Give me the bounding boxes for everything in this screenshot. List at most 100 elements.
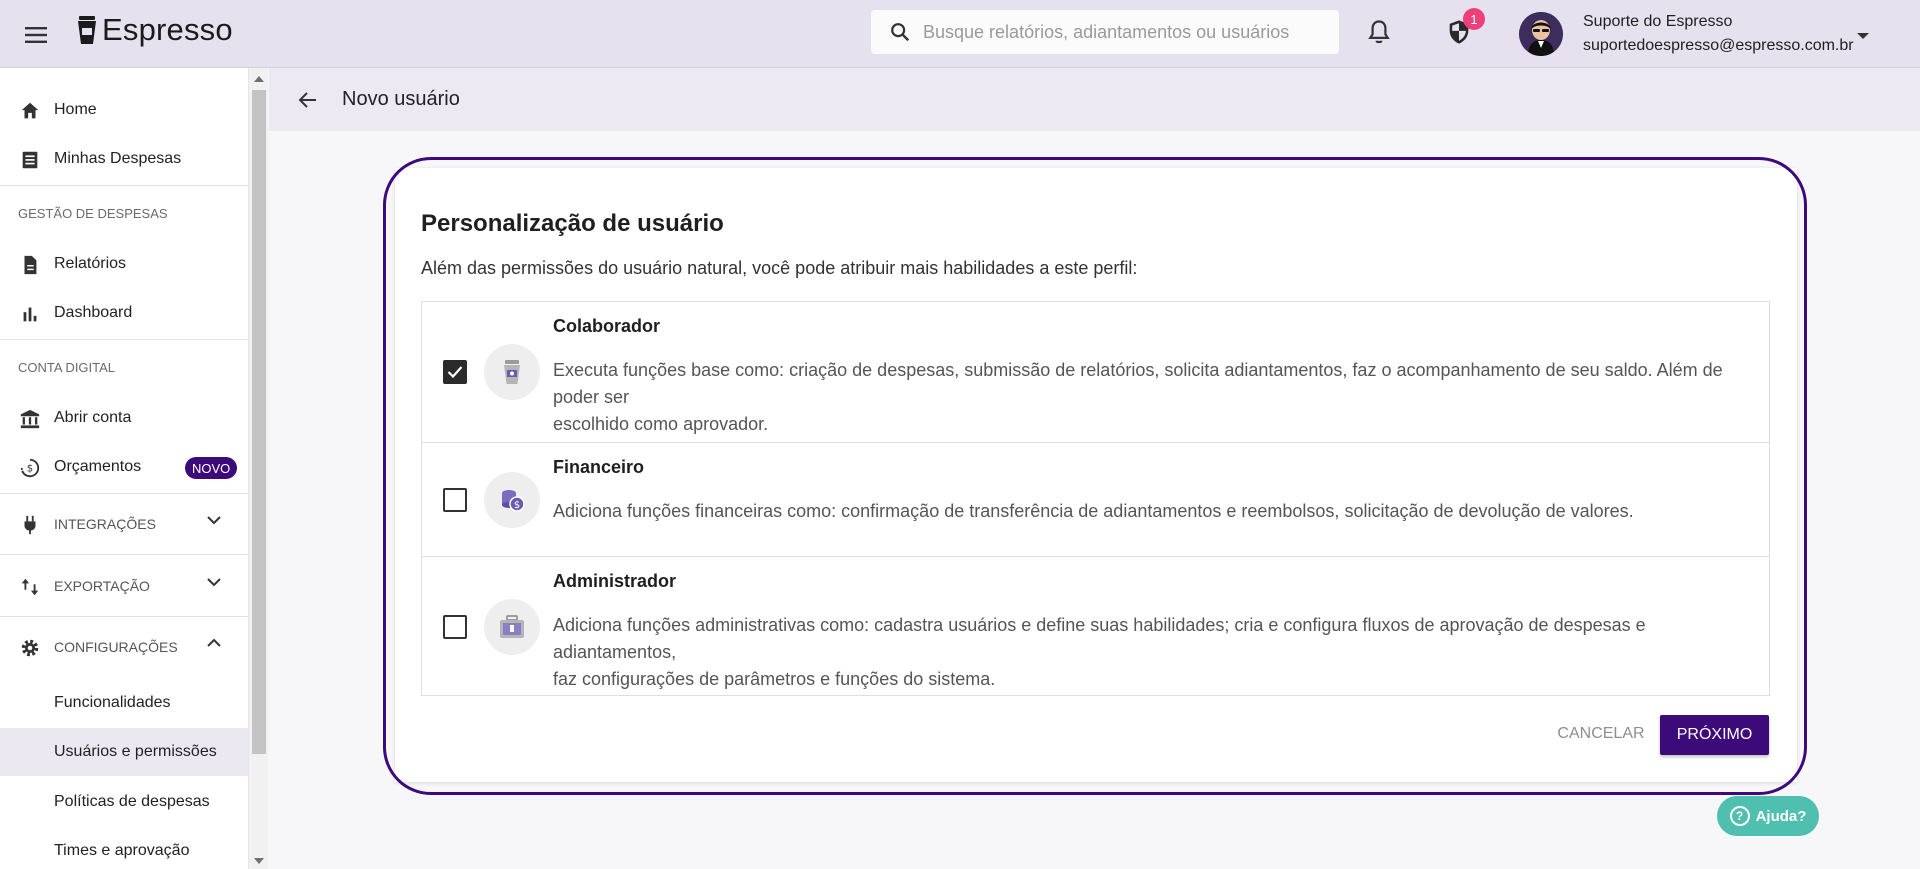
section-title-conta: CONTA DIGITAL [18,360,116,375]
page-title: Novo usuário [342,88,460,110]
role-options-list: Colaborador Executa funções base como: c… [421,301,1770,696]
sidebar-item-minhas-despesas[interactable]: Minhas Despesas [0,135,248,183]
global-search[interactable] [871,10,1339,54]
role-title: Administrador [553,571,677,591]
sidebar-item-configuracoes[interactable]: CONFIGURAÇÕES [0,623,248,671]
role-option-financeiro: $ Financeiro Adiciona funções financeira… [422,442,1769,556]
card-title: Personalização de usuário [421,210,724,237]
role-option-colaborador: Colaborador Executa funções base como: c… [422,302,1769,442]
user-menu-dropdown-button[interactable] [1856,27,1870,45]
sidebar-item-label: INTEGRAÇÕES [54,516,156,532]
sidebar-item-label: Dashboard [54,304,133,321]
sidebar-item-label: EXPORTAÇÃO [54,578,150,594]
bank-icon [20,409,40,429]
sidebar-divider [0,616,248,617]
sidebar-item-label: Políticas de despesas [54,793,210,810]
bell-icon [1368,20,1390,44]
sidebar-item-label: Relatórios [54,255,127,272]
sidebar-subitem-politicas-despesas[interactable]: Políticas de despesas [0,778,248,826]
gear-icon [21,639,39,657]
sidebar-item-label: Abrir conta [54,409,132,426]
sidebar-item-exportacao[interactable]: EXPORTAÇÃO [0,562,248,610]
home-icon [21,102,39,119]
next-button[interactable]: PRÓXIMO [1660,715,1769,755]
administrador-checkbox[interactable] [443,615,467,639]
sidebar-scrollbar[interactable] [248,68,268,869]
sidebar-item-label: CONFIGURAÇÕES [54,639,178,655]
notification-count-badge: 1 [1463,8,1485,30]
sidebar-divider [0,185,248,186]
sidebar-item-label: Home [54,101,97,118]
bar-chart-icon [23,307,37,322]
sidebar-subitem-funcionalidades[interactable]: Funcionalidades [0,679,248,727]
budget-icon: $ [20,458,40,478]
menu-button[interactable] [20,19,52,51]
role-title: Colaborador [553,316,661,336]
user-menu[interactable]: Suporte do Espresso suportedoespresso@es… [1519,10,1854,58]
caret-down-icon [1857,33,1869,39]
notifications-button[interactable] [1365,18,1395,48]
coffee-cup-icon [78,16,96,44]
role-description-line: Adiciona funções administrativas como: c… [553,615,1646,662]
briefcase-icon [484,599,540,655]
chevron-down-icon [207,578,221,587]
hamburger-icon [25,27,47,43]
sidebar-item-label: Minhas Despesas [54,150,182,167]
scroll-up-arrow[interactable] [254,76,264,82]
colaborador-checkbox[interactable] [443,360,467,384]
sidebar-item-integracoes[interactable]: INTEGRAÇÕES [0,500,248,548]
scroll-thumb[interactable] [252,90,266,754]
role-description-line: Executa funções base como: criação de de… [553,360,1723,407]
avatar [1519,12,1563,56]
new-badge: NOVO [185,457,238,479]
chevron-down-icon [207,516,221,525]
page-header [269,68,1920,131]
sidebar-item-abrir-conta[interactable]: Abrir conta [0,394,248,442]
sidebar-item-home[interactable]: Home [0,86,248,134]
plug-icon [24,515,36,535]
role-description-line: faz configurações de parâmetros e funçõe… [553,669,996,689]
sidebar: Home Minhas Despesas GESTÃO DE DESPESAS … [0,68,248,869]
role-description: Adiciona funções administrativas como: c… [553,612,1748,693]
question-icon: ? [1729,806,1750,826]
back-button[interactable] [296,88,320,117]
document-icon [24,255,37,275]
sidebar-item-label: Funcionalidades [54,694,171,711]
user-name: Suporte do Espresso [1583,13,1733,30]
sidebar-item-orcamentos[interactable]: $ Orçamentos NOVO [0,443,248,491]
sidebar-item-label: Times e aprovação [54,842,190,859]
role-description: Adiciona funções financeiras como: confi… [553,498,1748,525]
section-title-gestao: GESTÃO DE DESPESAS [18,206,168,221]
sidebar-subitem-times-aprovacao[interactable]: Times e aprovação [0,827,248,869]
coffee-cup-icon [484,344,540,400]
list-icon [22,151,38,169]
svg-text:$: $ [27,464,33,475]
help-button[interactable]: ? Ajuda? [1717,796,1819,836]
chevron-up-icon [207,638,221,647]
scroll-down-arrow[interactable] [254,858,264,864]
sidebar-item-relatorios[interactable]: Relatórios [0,240,248,288]
search-input[interactable] [923,21,1323,43]
role-description: Executa funções base como: criação de de… [553,357,1748,438]
sort-arrows-icon [21,578,39,596]
cancel-button[interactable]: CANCELAR [1540,714,1662,754]
sidebar-divider [0,554,248,555]
sidebar-divider [0,339,248,340]
role-title: Financeiro [553,457,645,477]
help-label: Ajuda? [1755,807,1807,825]
check-icon [447,366,463,379]
coins-icon: $ [484,472,540,528]
logo-text: Espresso [102,12,233,47]
sidebar-subitem-usuarios-permissoes[interactable]: Usuários e permissões [0,728,248,776]
sidebar-item-dashboard[interactable]: Dashboard [0,289,248,337]
sidebar-item-label: Usuários e permissões [54,743,217,760]
app-logo[interactable]: Espresso [76,10,233,50]
role-description-line: Adiciona funções financeiras como: confi… [553,501,1634,521]
svg-text:$: $ [514,500,520,511]
role-option-administrador: Administrador Adiciona funções administr… [422,556,1769,695]
search-icon [891,23,910,42]
arrow-left-icon [298,92,316,108]
financeiro-checkbox[interactable] [443,488,467,512]
card-subtitle: Além das permissões do usuário natural, … [421,258,1138,278]
user-email: suportedoespresso@espresso.com.br [1583,37,1854,54]
